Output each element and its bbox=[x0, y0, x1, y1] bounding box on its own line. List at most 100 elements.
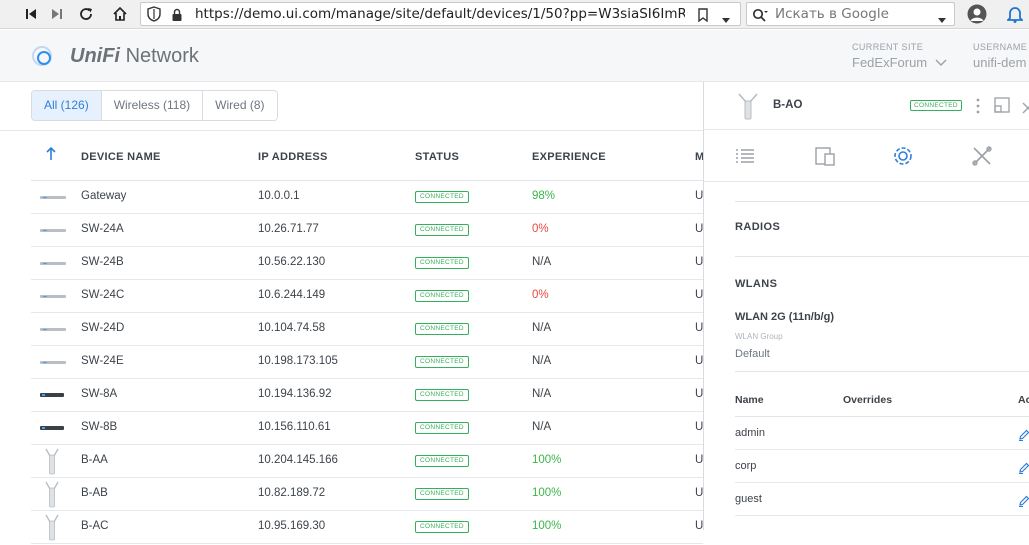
column-device-name[interactable]: DEVICE NAME bbox=[81, 151, 161, 163]
more-options-icon[interactable] bbox=[976, 98, 980, 118]
ip-address: 10.198.173.105 bbox=[258, 355, 338, 367]
experience-value: 0% bbox=[532, 289, 549, 301]
table-row[interactable]: B-AA 10.204.145.166 CONNECTED 100% U bbox=[31, 445, 703, 478]
table-row[interactable]: SW-24B 10.56.22.130 CONNECTED N/A U bbox=[31, 247, 703, 280]
column-status[interactable]: STATUS bbox=[415, 151, 459, 163]
device-detail-panel: B-AO CONNECTED RADIOS WLANS WLAN 2G (11n… bbox=[703, 82, 1029, 530]
wlan-group-value[interactable]: Default bbox=[735, 348, 770, 360]
status-badge: CONNECTED bbox=[415, 488, 469, 500]
devices-table: DEVICE NAME IP ADDRESS STATUS EXPERIENCE… bbox=[31, 135, 704, 544]
reload-icon[interactable] bbox=[75, 3, 97, 25]
sort-ascending-icon[interactable] bbox=[46, 146, 56, 165]
tab-clients-devices-icon[interactable] bbox=[813, 144, 837, 168]
table-body: Gateway 10.0.0.1 CONNECTED 98% U SW-24A 10.26.… bbox=[31, 181, 703, 544]
wlan-row[interactable]: corp bbox=[735, 450, 1029, 483]
status-badge: CONNECTED bbox=[415, 455, 469, 467]
access-point-icon bbox=[45, 514, 59, 541]
status-badge: CONNECTED bbox=[415, 323, 469, 335]
experience-value: N/A bbox=[532, 421, 552, 433]
ip-address: 10.0.0.1 bbox=[258, 190, 300, 202]
shield-icon[interactable] bbox=[147, 6, 161, 26]
table-row[interactable]: SW-24A 10.26.71.77 CONNECTED 0% U bbox=[31, 214, 703, 247]
wlan-name: corp bbox=[735, 460, 757, 472]
switch-device-icon bbox=[40, 295, 66, 298]
notifications-bell-icon[interactable] bbox=[1004, 3, 1026, 25]
browser-toolbar: https://demo.ui.com/manage/site/default/… bbox=[0, 0, 1029, 29]
status-badge: CONNECTED bbox=[415, 422, 469, 434]
account-icon[interactable] bbox=[966, 3, 988, 25]
small-switch-device-icon bbox=[40, 426, 64, 430]
ip-address: 10.204.145.166 bbox=[258, 454, 338, 466]
experience-value: N/A bbox=[532, 322, 552, 334]
home-icon[interactable] bbox=[109, 3, 131, 25]
wlans-section-heading[interactable]: WLANS bbox=[735, 278, 777, 290]
panel-header: B-AO CONNECTED bbox=[704, 82, 1029, 130]
tab-tools-icon[interactable] bbox=[970, 144, 994, 168]
address-bar[interactable]: https://demo.ui.com/manage/site/default/… bbox=[140, 2, 741, 26]
edit-pencil-icon[interactable] bbox=[1018, 459, 1029, 478]
dropdown-arrow-icon[interactable] bbox=[721, 10, 731, 29]
table-row[interactable]: B-AC 10.95.169.30 CONNECTED 100% U bbox=[31, 511, 703, 544]
device-name[interactable]: B-AA bbox=[81, 454, 108, 466]
url-text[interactable]: https://demo.ui.com/manage/site/default/… bbox=[195, 6, 685, 22]
panel-device-name: B-AO bbox=[773, 99, 803, 111]
ip-address: 10.26.71.77 bbox=[258, 223, 319, 235]
edit-pencil-icon[interactable] bbox=[1018, 492, 1029, 511]
app-header: UniFi Network CURRENT SITE FedExForum US… bbox=[0, 30, 1029, 82]
expand-panel-icon[interactable] bbox=[994, 97, 1010, 117]
current-site-label: CURRENT SITE bbox=[852, 42, 924, 52]
table-row[interactable]: SW-24C 10.6.244.149 CONNECTED 0% U bbox=[31, 280, 703, 313]
device-name[interactable]: SW-8A bbox=[81, 388, 117, 400]
device-name[interactable]: SW-8B bbox=[81, 421, 117, 433]
experience-value: 98% bbox=[532, 190, 556, 202]
close-icon[interactable] bbox=[1022, 99, 1029, 118]
filter-tab-all[interactable]: All (126) bbox=[32, 91, 102, 120]
table-row[interactable]: SW-8A 10.194.136.92 CONNECTED N/A U bbox=[31, 379, 703, 412]
device-name[interactable]: Gateway bbox=[81, 190, 126, 202]
experience-value: 100% bbox=[532, 520, 562, 532]
column-experience[interactable]: EXPERIENCE bbox=[532, 151, 606, 163]
gateway-device-icon bbox=[40, 196, 66, 199]
edit-pencil-icon[interactable] bbox=[1018, 426, 1029, 445]
search-input[interactable]: Искать в Google bbox=[775, 6, 889, 22]
filter-tab-wired[interactable]: Wired (8) bbox=[203, 91, 277, 120]
current-site-selector[interactable]: FedExForum bbox=[852, 55, 947, 70]
tab-details-list-icon[interactable] bbox=[733, 144, 757, 168]
access-point-icon bbox=[737, 92, 759, 124]
lock-icon[interactable] bbox=[171, 7, 183, 26]
table-row[interactable]: SW-24D 10.104.74.58 CONNECTED N/A U bbox=[31, 313, 703, 346]
table-row[interactable]: SW-8B 10.156.110.61 CONNECTED N/A U bbox=[31, 412, 703, 445]
experience-value: 0% bbox=[532, 223, 549, 235]
table-row[interactable]: Gateway 10.0.0.1 CONNECTED 98% U bbox=[31, 181, 703, 214]
wlan-band-title: WLAN 2G (11n/b/g) bbox=[735, 311, 834, 323]
username-value[interactable]: unifi-dem bbox=[973, 55, 1026, 70]
column-ip-address[interactable]: IP ADDRESS bbox=[258, 151, 328, 163]
small-switch-device-icon bbox=[40, 393, 64, 397]
device-name[interactable]: SW-24A bbox=[81, 223, 124, 235]
wlan-row[interactable]: admin bbox=[735, 417, 1029, 450]
device-name[interactable]: B-AB bbox=[81, 487, 108, 499]
divider bbox=[735, 201, 1029, 202]
wlan-row[interactable]: guest bbox=[735, 483, 1029, 516]
filter-tab-wireless[interactable]: Wireless (118) bbox=[101, 91, 204, 120]
device-name[interactable]: SW-24E bbox=[81, 355, 124, 367]
device-name[interactable]: SW-24C bbox=[81, 289, 124, 301]
search-bar[interactable]: Искать в Google bbox=[746, 2, 955, 26]
device-name[interactable]: SW-24B bbox=[81, 256, 124, 268]
ip-address: 10.6.244.149 bbox=[258, 289, 326, 301]
bookmark-icon[interactable] bbox=[697, 7, 709, 26]
device-name[interactable]: SW-24D bbox=[81, 322, 124, 334]
ip-address: 10.56.22.130 bbox=[258, 256, 326, 268]
last-page-icon[interactable] bbox=[46, 3, 68, 25]
ip-address: 10.156.110.61 bbox=[258, 421, 331, 433]
tab-settings-gear-icon[interactable] bbox=[891, 144, 915, 168]
app-logo[interactable]: UniFi Network bbox=[70, 45, 199, 68]
table-row[interactable]: SW-24E 10.198.173.105 CONNECTED N/A U bbox=[31, 346, 703, 379]
search-engine-dropdown-icon[interactable] bbox=[937, 10, 947, 29]
first-page-icon[interactable] bbox=[20, 3, 42, 25]
table-row[interactable]: B-AB 10.82.189.72 CONNECTED 100% U bbox=[31, 478, 703, 511]
experience-value: 100% bbox=[532, 454, 562, 466]
switch-device-icon bbox=[40, 229, 66, 232]
device-name[interactable]: B-AC bbox=[81, 520, 108, 532]
radios-section-heading[interactable]: RADIOS bbox=[735, 221, 780, 233]
